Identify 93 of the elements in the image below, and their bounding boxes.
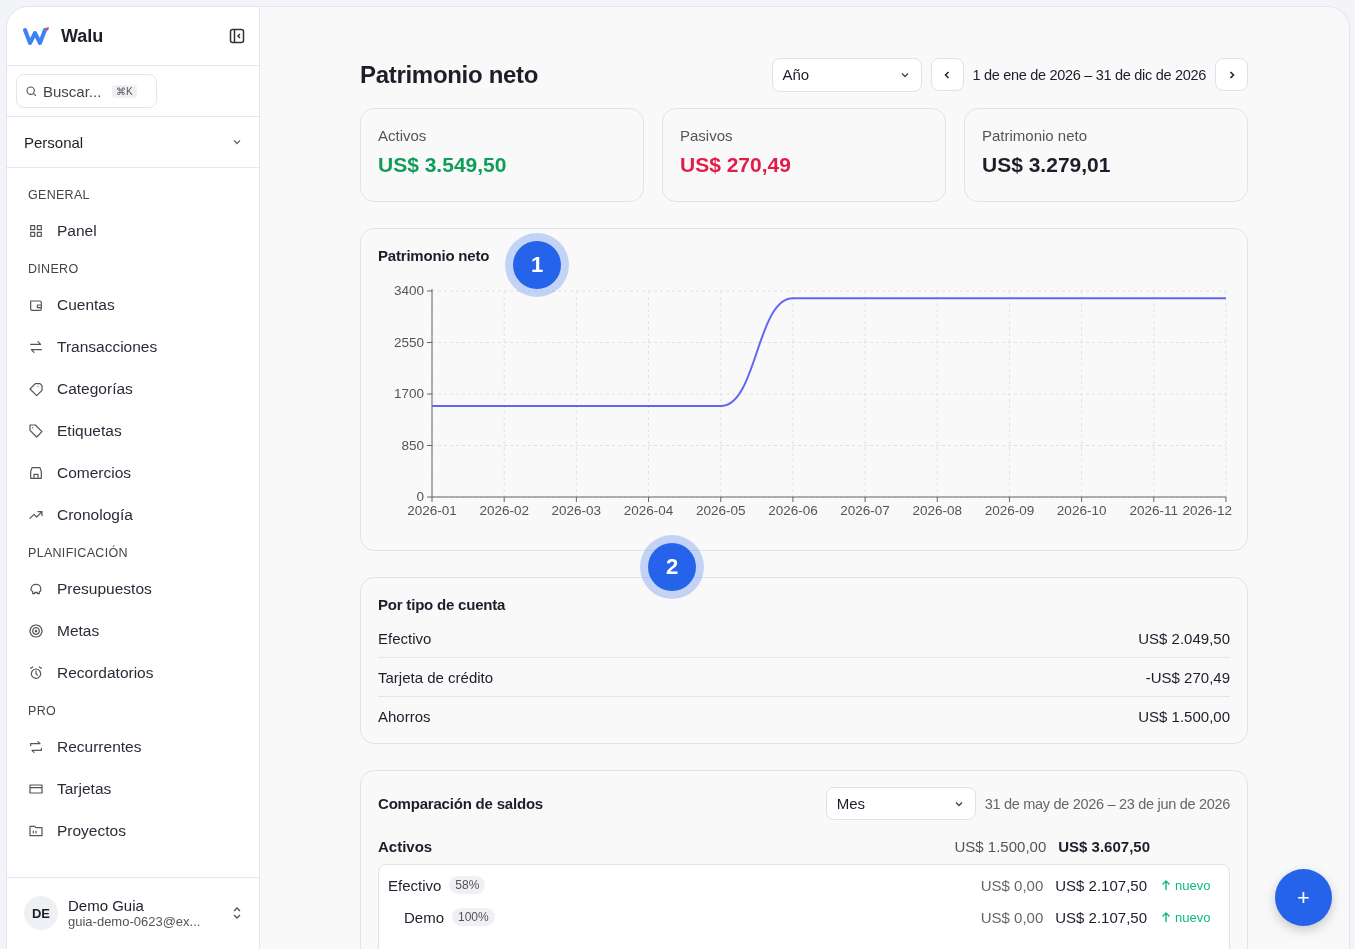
y-tick-label: 2550 <box>393 334 424 350</box>
user-name: Demo Guia <box>68 897 145 914</box>
account-type-name: Efectivo <box>378 629 432 647</box>
nav-item[interactable]: Comercios <box>28 452 259 494</box>
account-name: Efectivo <box>388 876 442 894</box>
account-type-amount: -US$ 270,49 <box>1145 668 1230 686</box>
logo-icon <box>23 26 51 46</box>
chevron-up-down-icon[interactable] <box>231 905 243 921</box>
nav-item[interactable]: Tarjetas <box>28 768 259 810</box>
nav-item[interactable]: Metas <box>28 610 259 652</box>
current-balance: US$ 2.107,50 <box>1055 908 1147 926</box>
nav-item[interactable]: Etiquetas <box>28 410 259 452</box>
nav-item[interactable]: Recurrentes <box>28 726 259 768</box>
y-tick-label: 0 <box>416 488 424 504</box>
y-tick-label: 3400 <box>393 282 424 298</box>
y-tick-label: 1700 <box>393 385 424 401</box>
arrow-up-icon <box>1161 879 1171 891</box>
shortcut-badge: ⌘K <box>112 84 137 98</box>
x-tick-label: 2026-10 <box>1056 502 1107 518</box>
x-tick-label: 2026-07 <box>840 502 890 518</box>
user-email: guia-demo-0623@ex... <box>68 914 202 929</box>
x-tick-label: 2026-03 <box>551 502 602 518</box>
menu-item-icon <box>28 223 44 239</box>
previous-balance: US$ 1.500,00 <box>954 837 1047 855</box>
section-heading: DINERO <box>28 261 80 278</box>
nav-item[interactable]: Panel <box>28 210 259 252</box>
y-tick-label: 850 <box>401 437 424 453</box>
x-tick-label: 2026-08 <box>912 502 963 518</box>
menu-item-icon <box>28 739 44 755</box>
menu-item-icon <box>28 823 44 839</box>
summary-value: US$ 3.279,01 <box>982 152 1112 177</box>
summary-label: Patrimonio neto <box>982 126 1089 144</box>
menu-item-icon <box>28 339 44 355</box>
share-badge: 58% <box>449 876 486 894</box>
search-field[interactable]: Buscar... ⌘K <box>16 74 157 108</box>
previous-balance: US$ 0,00 <box>980 876 1044 894</box>
x-tick-label: 2026-01 <box>407 502 457 518</box>
x-tick-label: 2026-09 <box>984 502 1035 518</box>
summary-label: Activos <box>378 126 428 144</box>
account-type-amount: US$ 2.049,50 <box>1138 629 1230 647</box>
section-heading: PRO <box>28 703 57 720</box>
account-type-amount: US$ 1.500,00 <box>1138 707 1230 725</box>
current-balance: US$ 2.107,50 <box>1055 876 1147 894</box>
menu-item-icon <box>28 297 44 313</box>
menu-item-icon <box>28 781 44 797</box>
date-range: 1 de ene de 2026 – 31 de dic de 2026 <box>972 66 1206 83</box>
section-heading: PLANIFICACIÓN <box>28 544 129 562</box>
x-tick-label: 2026-12 <box>1182 502 1232 518</box>
account-type-name: Tarjeta de crédito <box>378 668 494 686</box>
menu-item-icon <box>28 465 44 481</box>
previous-balance: US$ 0,00 <box>980 908 1044 926</box>
group-name: Activos <box>378 837 434 855</box>
date-range: 31 de may de 2026 – 23 de jun de 2026 <box>984 795 1230 812</box>
search-icon <box>25 84 38 98</box>
period-select[interactable]: Año <box>771 57 922 92</box>
summary-value: US$ 3.549,50 <box>378 152 508 177</box>
section-title: Por tipo de cuenta <box>377 596 507 613</box>
trend-text: nuevo <box>1175 877 1211 893</box>
arrow-up-icon <box>1161 911 1171 923</box>
chart-title: Patrimonio neto <box>377 246 491 264</box>
section-title: Comparación de saldos <box>377 795 543 812</box>
x-tick-label: 2026-05 <box>695 502 746 518</box>
nav-item[interactable]: Presupuestos <box>28 568 259 610</box>
account-type-name: Ahorros <box>378 707 431 725</box>
share-badge: 100% <box>452 908 495 926</box>
nav-item[interactable]: Proyectos <box>28 810 259 852</box>
section-heading: GENERAL <box>28 187 91 204</box>
nav-item[interactable]: Cronología <box>28 494 259 536</box>
nav-item[interactable]: Cuentas <box>28 284 259 326</box>
menu-item-icon <box>28 381 44 397</box>
summary-label: Pasivos <box>680 126 734 144</box>
sidebar-toggle-icon[interactable] <box>229 28 245 44</box>
period-select[interactable]: Mes <box>825 787 976 820</box>
page-title: Patrimonio neto <box>360 60 539 89</box>
search-input[interactable]: Buscar... <box>43 82 107 100</box>
menu-item-icon <box>28 423 44 439</box>
x-tick-label: 2026-11 <box>1129 502 1179 518</box>
workspace-selector[interactable]: Personal <box>7 117 259 168</box>
user-avatar: DE <box>24 896 58 930</box>
nav-item[interactable]: Categorías <box>28 368 259 410</box>
account-name: Demo <box>404 908 444 926</box>
menu-item-icon <box>28 623 44 639</box>
current-balance: US$ 3.607,50 <box>1058 837 1150 855</box>
menu-item-icon <box>28 581 44 597</box>
x-tick-label: 2026-04 <box>623 502 674 518</box>
nav-item[interactable]: Transacciones <box>28 326 259 368</box>
brand-name: Walu <box>61 25 105 47</box>
x-tick-label: 2026-06 <box>768 502 818 518</box>
summary-value: US$ 270,49 <box>680 152 792 177</box>
nav-item[interactable]: Recordatorios <box>28 652 259 694</box>
x-tick-label: 2026-02 <box>479 502 529 518</box>
menu-item-icon <box>28 665 44 681</box>
trend-text: nuevo <box>1175 909 1211 925</box>
